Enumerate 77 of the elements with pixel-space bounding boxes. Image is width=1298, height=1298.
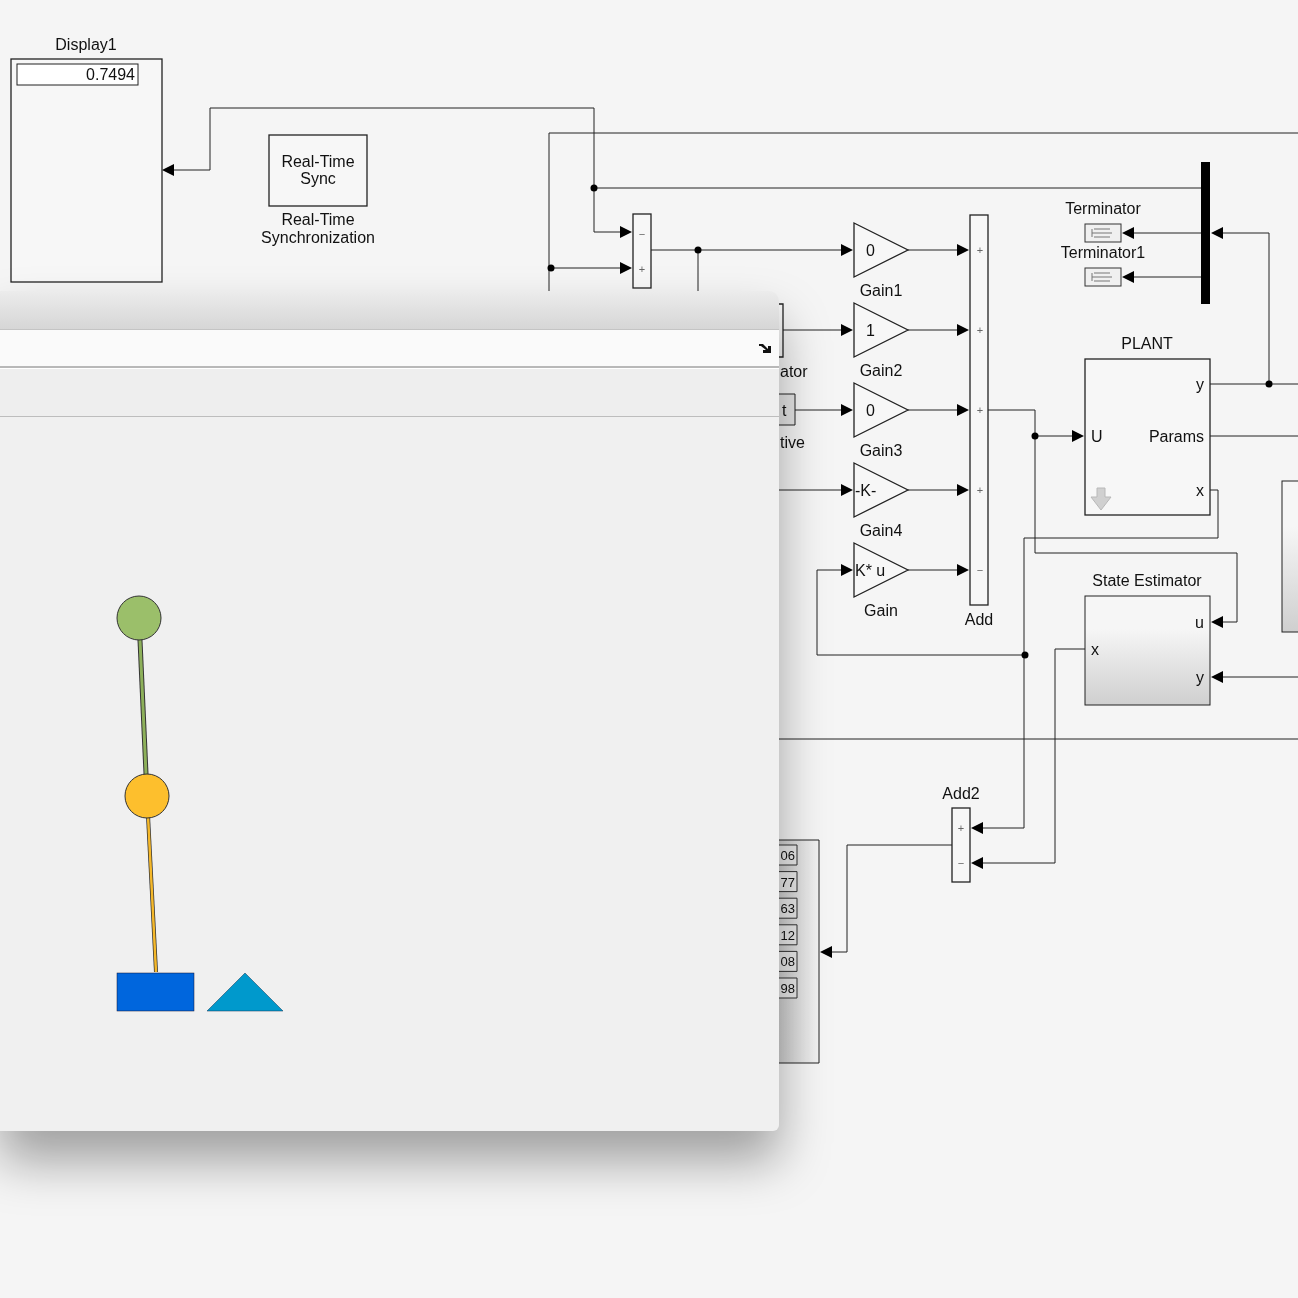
port-sign: −: [957, 857, 965, 869]
display-value: 06: [778, 844, 798, 866]
block-text: t: [782, 402, 787, 419]
gain-value: 0: [866, 402, 875, 419]
block-label: Display1: [55, 36, 117, 53]
gain-value: 1: [866, 322, 875, 339]
junction-dot: [547, 264, 555, 272]
junction-dot: [1265, 380, 1273, 388]
block-label: Gain1: [859, 282, 903, 299]
block-label: Gain4: [859, 522, 903, 539]
state-estimator-block[interactable]: [1084, 595, 1211, 706]
port-label: y: [1196, 376, 1204, 393]
dock-arrow-icon[interactable]: [759, 342, 772, 354]
plant-block[interactable]: [1084, 358, 1211, 516]
display-value: 63: [778, 897, 798, 919]
integrator-block[interactable]: [778, 303, 784, 358]
port-sign: +: [976, 324, 984, 336]
terminator-block[interactable]: [1084, 223, 1122, 243]
block-label: Gain: [864, 602, 898, 619]
gain-block[interactable]: [853, 221, 910, 279]
signal-line: [907, 484, 969, 496]
gain-block[interactable]: [853, 461, 910, 519]
signal-line: [907, 324, 969, 336]
sync-block[interactable]: [268, 134, 368, 207]
gain-value: 0: [866, 242, 875, 259]
display-value: 12: [778, 924, 798, 946]
add-block[interactable]: [951, 807, 971, 883]
block-label: Terminator1: [1060, 244, 1146, 261]
block-text: Real-Time: [281, 153, 355, 170]
display-value: 77: [778, 871, 798, 893]
port-sign: +: [638, 263, 646, 275]
signal-line: [907, 404, 969, 416]
block-label: Add2: [942, 785, 980, 802]
port-label: Params: [1148, 428, 1204, 445]
block-label: Terminator: [1065, 200, 1141, 217]
port-label: U: [1091, 428, 1103, 445]
port-label: u: [1195, 614, 1204, 631]
display-value: 08: [778, 950, 798, 972]
block-label: Gain2: [859, 362, 903, 379]
derivative-block[interactable]: [778, 393, 796, 426]
block-label: State Estimator: [1092, 572, 1202, 589]
junction-dot: [1031, 432, 1039, 440]
gain-value: -K-: [855, 482, 877, 499]
block-label: Gain3: [859, 442, 903, 459]
subsystem-block[interactable]: [1281, 480, 1298, 633]
block-text: Sync: [300, 170, 336, 187]
port-sign: +: [976, 404, 984, 416]
junction-dot: [590, 184, 598, 192]
sum-block[interactable]: [632, 213, 652, 289]
block-label: ator: [780, 363, 808, 380]
port-sign: +: [976, 484, 984, 496]
signal-line: [794, 404, 853, 416]
block-label: tive: [780, 434, 805, 451]
port-label: x: [1091, 641, 1099, 658]
port-sign: −: [638, 228, 646, 240]
display-value: 98: [778, 977, 798, 999]
gain-block[interactable]: [853, 301, 910, 359]
signal-line: [782, 324, 853, 336]
port-label: x: [1196, 482, 1204, 499]
down-arrow-icon: [1090, 487, 1112, 511]
junction-dot: [1021, 651, 1029, 659]
add-block[interactable]: [969, 214, 989, 606]
port-sign: −: [976, 564, 984, 576]
block-label: Real-Time: [281, 211, 355, 228]
block-label: PLANT: [1121, 335, 1173, 352]
port-label: y: [1196, 669, 1204, 686]
gain-block[interactable]: [853, 541, 910, 599]
gain-block[interactable]: [853, 381, 910, 439]
port-sign: +: [957, 822, 965, 834]
display-value: 0.7494: [86, 66, 135, 83]
terminator-block[interactable]: [1084, 267, 1122, 287]
gain-value: K* u: [855, 562, 886, 579]
block-label: Add: [964, 611, 994, 628]
display-block[interactable]: [10, 58, 163, 283]
block-label: Synchronization: [261, 229, 375, 246]
port-sign: +: [976, 244, 984, 256]
junction-dot: [694, 246, 702, 254]
